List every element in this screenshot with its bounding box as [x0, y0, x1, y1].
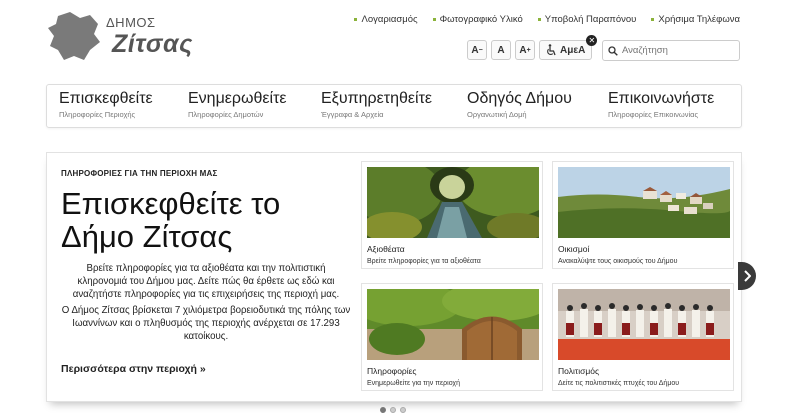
nav-item-visit[interactable]: Επισκεφθείτε Πληροφορίες Περιοχής — [47, 85, 176, 127]
accessibility-toolbar: A − A A + ΑμεΑ ✕ — [467, 35, 598, 60]
nav-item-title: Οδηγός Δήμου — [467, 90, 572, 107]
tile-title: Πληροφορίες — [367, 366, 417, 376]
wheelchair-icon — [547, 44, 556, 56]
tile-image — [367, 289, 539, 360]
tile-image — [558, 289, 730, 360]
tile-culture[interactable]: Πολιτισμός Δείτε τις πολιτιστικές πτυχές… — [552, 283, 734, 391]
phones-link[interactable]: Χρήσιμα Τηλέφωνα — [651, 14, 740, 25]
bullet-icon — [432, 18, 436, 21]
tile-information[interactable]: Πληροφορίες Ενημερωθείτε για την περιοχή — [361, 283, 543, 391]
bullet-icon — [651, 18, 655, 21]
nav-item-title: Εξυπηρετηθείτε — [321, 90, 433, 107]
font-increase-button[interactable]: A + — [515, 40, 535, 60]
bullet-icon — [354, 18, 358, 21]
logo-prefix: ΔΗΜΟΣ — [106, 15, 156, 30]
tile-image — [558, 167, 730, 238]
nav-item-inform[interactable]: Ενημερωθείτε Πληροφορίες Δημοτών — [176, 85, 309, 127]
slider-dot[interactable] — [400, 407, 406, 413]
nav-item-subtitle: Πληροφορίες Επικοινωνίας — [608, 110, 699, 119]
photos-link[interactable]: Φωτογραφικό Υλικό — [432, 14, 523, 25]
font-decrease-button[interactable]: A − — [467, 40, 487, 60]
nav-item-title: Επισκεφθείτε — [59, 90, 153, 107]
slider-dot[interactable] — [390, 407, 396, 413]
intro-section: ΠΛΗΡΟΦΟΡΙΕΣ ΓΙΑ ΤΗΝ ΠΕΡΙΟΧΗ ΜΑΣ Επισκεφθ… — [61, 169, 351, 343]
chevron-right-icon — [744, 270, 751, 282]
slider-next-button[interactable] — [738, 262, 756, 290]
logo-name: Ζίτσας — [112, 30, 193, 58]
close-icon[interactable]: ✕ — [586, 35, 598, 46]
nav-item-guide[interactable]: Οδηγός Δήμου Οργανωτική Δομή — [455, 85, 596, 127]
tile-title: Αξιοθέατα — [367, 244, 405, 254]
intro-paragraph: Βρείτε πληροφορίες για τα αξιοθέατα και … — [72, 263, 340, 300]
site-logo[interactable]: ΔΗΜΟΣ Ζίτσας — [46, 10, 196, 62]
nav-item-subtitle: Έγγραφα & Αρχεία — [321, 110, 384, 119]
nav-item-contact[interactable]: Επικοινωνήστε Πληροφορίες Επικοινωνίας — [596, 85, 741, 127]
tile-title: Πολιτισμός — [558, 366, 600, 376]
accessibility-mode-button[interactable]: ΑμεΑ ✕ — [539, 35, 598, 60]
nav-item-services[interactable]: Εξυπηρετηθείτε Έγγραφα & Αρχεία — [309, 85, 455, 127]
slider-pagination — [380, 407, 406, 413]
tile-title: Οικισμοί — [558, 244, 590, 254]
search-box — [602, 40, 740, 61]
more-link[interactable]: Περισσότερα στην περιοχή » — [61, 363, 206, 375]
main-nav: Επισκεφθείτε Πληροφορίες Περιοχής Ενημερ… — [46, 84, 742, 128]
nav-item-subtitle: Πληροφορίες Δημοτών — [188, 110, 264, 119]
top-links: Λογαριασμός Φωτογραφικό Υλικό Υποβολή Πα… — [354, 14, 740, 25]
intro-paragraph: Ο Δήμος Ζίτσας βρίσκεται 7 χιλιόμετρα βο… — [61, 305, 351, 342]
gorge-photo — [367, 167, 539, 238]
search-icon — [608, 45, 618, 56]
tile-subtitle: Βρείτε πληροφορίες για τα αξιοθέατα — [367, 258, 481, 265]
featured-slider: ΠΛΗΡΟΦΟΡΙΕΣ ΓΙΑ ΤΗΝ ΠΕΡΙΟΧΗ ΜΑΣ Επισκεφθ… — [46, 152, 742, 402]
dancers-photo — [558, 289, 730, 360]
font-reset-button[interactable]: A — [491, 40, 511, 60]
complaint-link[interactable]: Υποβολή Παραπόνου — [537, 14, 636, 25]
gate-photo — [367, 289, 539, 360]
tile-settlements[interactable]: Οικισμοί Ανακαλύψτε τους οικισμούς του Δ… — [552, 161, 734, 269]
bullet-icon — [537, 18, 541, 21]
intro-headline: Επισκεφθείτε το Δήμο Ζίτσας — [61, 186, 281, 254]
search-input[interactable] — [622, 45, 732, 56]
tile-subtitle: Δείτε τις πολιτιστικές πτυχές του Δήμου — [558, 380, 680, 387]
tile-sights[interactable]: Αξιοθέατα Βρείτε πληροφορίες για τα αξιο… — [361, 161, 543, 269]
intro-eyebrow: ΠΛΗΡΟΦΟΡΙΕΣ ΓΙΑ ΤΗΝ ΠΕΡΙΟΧΗ ΜΑΣ — [61, 169, 218, 178]
region-map-icon — [48, 12, 100, 60]
nav-item-title: Επικοινωνήστε — [608, 90, 715, 107]
tile-image — [367, 167, 539, 238]
tile-subtitle: Ενημερωθείτε για την περιοχή — [367, 380, 460, 387]
village-photo — [558, 167, 730, 238]
nav-item-subtitle: Πληροφορίες Περιοχής — [59, 110, 136, 119]
nav-item-title: Ενημερωθείτε — [188, 90, 287, 107]
tile-subtitle: Ανακαλύψτε τους οικισμούς του Δήμου — [558, 258, 678, 265]
account-link[interactable]: Λογαριασμός — [354, 14, 418, 25]
slider-dot[interactable] — [380, 407, 386, 413]
nav-item-subtitle: Οργανωτική Δομή — [467, 110, 527, 119]
